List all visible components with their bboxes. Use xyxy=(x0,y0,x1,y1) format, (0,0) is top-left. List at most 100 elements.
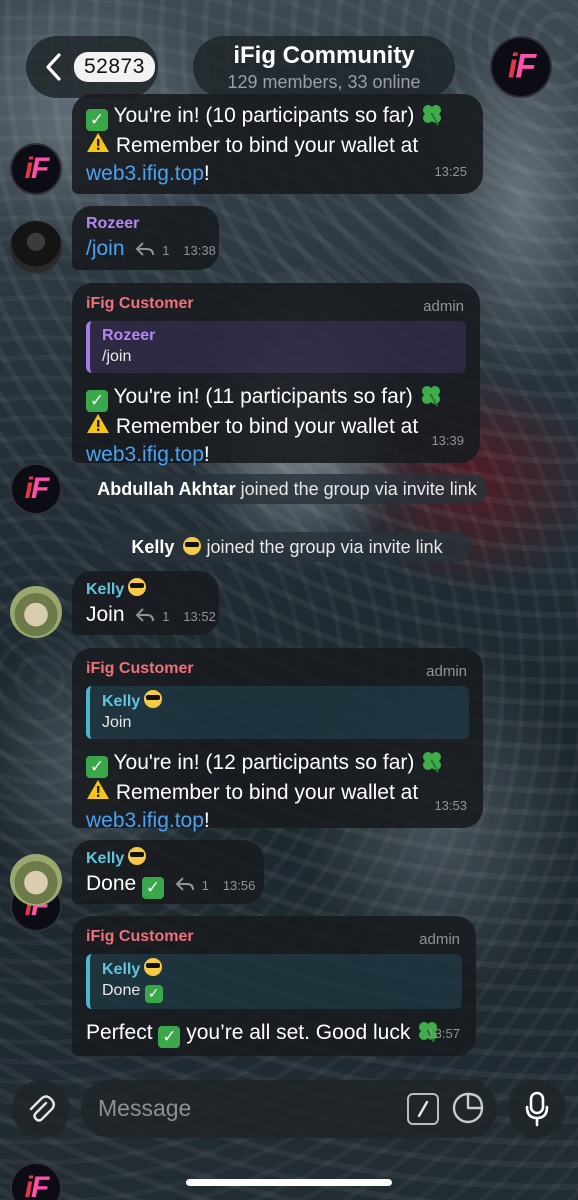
message-text: Done xyxy=(86,872,137,895)
system-join-notice: Abdullah Akhtar joined the group via inv… xyxy=(86,474,488,504)
four-leaf-clover-emoji xyxy=(421,386,440,407)
message-time: 13:38 xyxy=(183,243,216,258)
quote-text: Done ✓ xyxy=(102,980,452,1003)
wallet-link[interactable]: web3.ifig.top xyxy=(86,443,204,466)
wallet-link[interactable]: web3.ifig.top xyxy=(86,809,204,832)
sender-name: Kelly xyxy=(86,578,205,601)
warning-emoji xyxy=(87,780,109,799)
sunglasses-emoji xyxy=(128,847,147,865)
avatar[interactable] xyxy=(10,586,62,638)
chat-title-pill[interactable]: iFig Community 129 members, 33 online xyxy=(193,36,455,98)
joined-user-name: Abdullah Akhtar xyxy=(97,479,236,499)
microphone-button[interactable] xyxy=(508,1080,566,1138)
sunglasses-emoji xyxy=(144,958,163,976)
reply-count: 1 xyxy=(162,243,170,258)
message-line: ✓ You're in! (10 participants so far) xyxy=(86,102,469,131)
sender-name: iFig Customer xyxy=(86,295,194,312)
avatar[interactable] xyxy=(10,854,62,906)
message-input[interactable]: Message xyxy=(81,1080,497,1138)
check-mark-emoji: ✓ xyxy=(158,1026,181,1048)
admin-badge: admin xyxy=(419,931,460,948)
paperclip-icon xyxy=(29,1095,55,1122)
unread-count-badge: 52873 xyxy=(74,52,155,82)
joined-user-name: Kelly xyxy=(131,537,175,557)
sender-name: iFig Customer xyxy=(86,660,194,677)
four-leaf-clover-emoji xyxy=(423,752,442,773)
quote-text: /join xyxy=(102,348,132,365)
sender-name: Kelly xyxy=(86,847,250,870)
message-placeholder: Message xyxy=(98,1095,192,1121)
reply-quote[interactable]: Rozeer /join xyxy=(86,321,466,373)
group-logo: iF xyxy=(507,47,536,86)
home-indicator xyxy=(186,1179,392,1186)
message-time: 13:56 xyxy=(222,878,256,893)
quote-text: Join xyxy=(102,714,132,731)
reply-arrow-icon xyxy=(136,242,155,257)
chevron-left-icon xyxy=(46,53,61,81)
admin-badge: admin xyxy=(423,298,464,315)
message-time: 13:57 xyxy=(427,1026,460,1041)
message-line: Remember to bind your wallet at xyxy=(86,131,469,160)
reply-count: 1 xyxy=(201,878,209,893)
command-button[interactable] xyxy=(407,1093,439,1125)
four-leaf-clover-emoji xyxy=(423,105,442,126)
message-line: web3.ifig.top! xyxy=(86,443,210,466)
quote-name: Kelly xyxy=(102,958,452,980)
quote-name: Rozeer xyxy=(102,327,156,344)
message-line: Remember to bind your wallet at xyxy=(86,778,469,807)
message-line: Perfect ✓ you’re all set. Good luck xyxy=(86,1019,462,1048)
message-bubble[interactable]: iFig Customer admin Kelly Join ✓ You're … xyxy=(72,648,483,832)
message-line: Remember to bind your wallet at xyxy=(86,412,466,441)
message-time: 13:53 xyxy=(434,798,467,813)
avatar-logo: iF xyxy=(24,152,50,185)
avatar[interactable]: iF xyxy=(10,143,62,195)
message-bubble[interactable]: Kelly Join 1 13:52 xyxy=(72,571,219,635)
avatar[interactable]: iF xyxy=(10,463,62,515)
check-mark-emoji: ✓ xyxy=(86,109,108,131)
sticker-icon[interactable] xyxy=(451,1091,485,1125)
message-line: Join 1 13:52 xyxy=(86,601,216,631)
check-mark-emoji: ✓ xyxy=(86,756,108,778)
slash-command-icon xyxy=(417,1100,429,1118)
message-line: Done ✓ 1 13:56 xyxy=(86,870,255,900)
message-time: 13:52 xyxy=(183,609,216,624)
system-join-notice: Kelly joined the group via invite link xyxy=(102,532,472,562)
reply-quote[interactable]: Kelly Done ✓ xyxy=(86,954,462,1009)
command-link[interactable]: /join xyxy=(86,237,125,260)
message-line: /join 1 13:38 xyxy=(86,235,216,265)
message-time: 13:25 xyxy=(434,164,467,179)
message-line: web3.ifig.top! xyxy=(86,809,210,832)
sunglasses-emoji xyxy=(128,578,147,596)
avatar-logo: iF xyxy=(24,472,50,505)
message-line: ✓ You're in! (11 participants so far) xyxy=(86,383,466,412)
reply-quote[interactable]: Kelly Join xyxy=(86,686,469,739)
message-line: web3.ifig.top! xyxy=(86,162,210,185)
microphone-icon xyxy=(525,1091,549,1127)
avatar[interactable]: iF xyxy=(10,1162,62,1200)
avatar[interactable] xyxy=(10,221,62,273)
sender-name: Rozeer xyxy=(86,215,140,232)
reply-count: 1 xyxy=(162,609,170,624)
reply-arrow-icon xyxy=(175,877,194,892)
wallet-link[interactable]: web3.ifig.top xyxy=(86,162,204,185)
chat-title: iFig Community xyxy=(233,42,415,69)
message-bubble[interactable]: Rozeer /join 1 13:38 xyxy=(72,206,219,270)
quote-name: Kelly xyxy=(102,690,459,712)
back-button[interactable]: 52873 xyxy=(26,36,158,98)
message-bubble[interactable]: iFig Customer admin Rozeer /join ✓ You'r… xyxy=(72,283,480,466)
message-bubble[interactable]: iFig Customer admin Kelly Done ✓ Perfect… xyxy=(72,916,476,1056)
check-mark-emoji: ✓ xyxy=(144,985,163,1003)
check-mark-emoji: ✓ xyxy=(142,877,165,899)
sunglasses-emoji xyxy=(183,537,202,555)
admin-badge: admin xyxy=(426,663,467,680)
message-bubble[interactable]: Kelly Done ✓ 1 13:56 xyxy=(72,840,264,904)
warning-emoji xyxy=(87,414,109,433)
attach-button[interactable] xyxy=(12,1080,70,1138)
message-bubble[interactable]: ✓ You're in! (10 participants so far) Re… xyxy=(72,94,483,194)
avatar-logo: iF xyxy=(24,1171,50,1200)
sender-name: iFig Customer xyxy=(86,928,194,945)
sunglasses-emoji xyxy=(144,690,163,708)
group-avatar[interactable]: iF xyxy=(490,36,552,98)
message-line: ✓ You're in! (12 participants so far) xyxy=(86,749,469,778)
message-text: Join xyxy=(86,603,125,626)
